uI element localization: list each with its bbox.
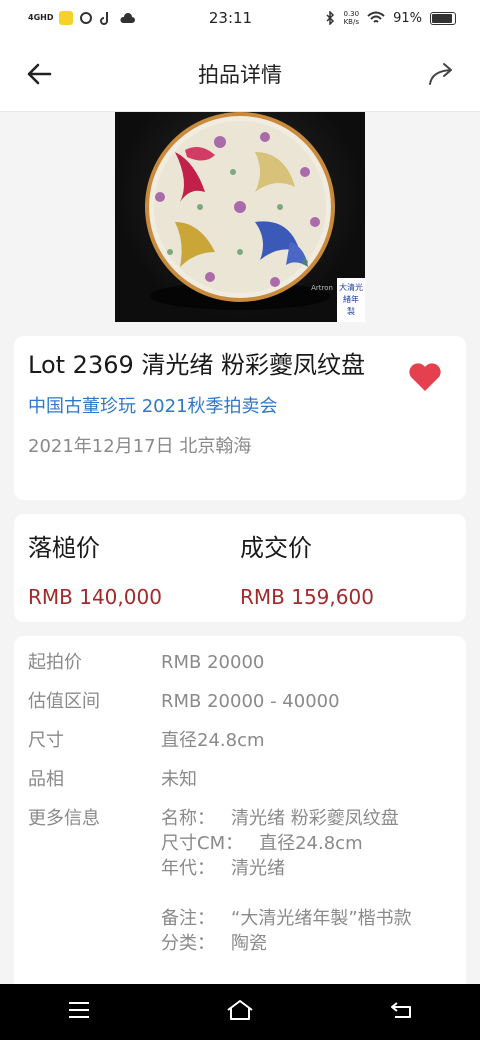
final-price-label: 成交价	[240, 534, 312, 562]
hammer-price-label: 落槌价	[28, 534, 100, 562]
info-line-category: 分类： 陶瓷	[161, 933, 267, 954]
app-header: 拍品详情	[0, 36, 480, 112]
wifi-icon	[367, 11, 385, 23]
battery-percent: 91%	[393, 10, 422, 26]
system-nav-bar	[0, 984, 480, 1040]
share-button[interactable]	[424, 57, 458, 91]
favorite-button[interactable]	[408, 362, 442, 396]
cloud-icon	[120, 13, 136, 23]
info-line-name: 名称： 清光绪 粉彩夔凤纹盘	[161, 808, 399, 829]
recent-apps-button[interactable]	[67, 1000, 91, 1024]
network-speed: 0.30 KB/s	[343, 10, 360, 26]
lot-image-area: 大清光 緒年 製 Artron	[0, 112, 480, 322]
more-info-block: 名称： 清光绪 粉彩夔凤纹盘 尺寸CM： 直径24.8cm 年代： 清光绪 备注…	[161, 806, 452, 956]
detail-row-more-info: 更多信息 名称： 清光绪 粉彩夔凤纹盘 尺寸CM： 直径24.8cm 年代： 清…	[28, 806, 452, 956]
porcelain-plate-image: 大清光 緒年 製 Artron	[145, 112, 365, 322]
hammer-price-value: RMB 140,000	[28, 585, 162, 609]
status-right: 0.30 KB/s 91%	[325, 10, 456, 26]
clock: 23:11	[208, 9, 253, 27]
detail-row-condition: 品相 未知	[28, 769, 197, 790]
detail-row-estimate: 估值区间 RMB 20000 - 40000	[28, 691, 340, 712]
detail-row-start-price: 起拍价 RMB 20000	[28, 652, 265, 673]
info-line-size: 尺寸CM： 直径24.8cm	[161, 833, 363, 854]
tiktok-icon	[100, 12, 109, 25]
arrow-left-icon	[27, 63, 52, 84]
home-icon	[227, 1000, 253, 1020]
back-nav-button[interactable]	[389, 1000, 413, 1024]
auction-date-place: 2021年12月17日 北京翰海	[28, 436, 252, 457]
details-card: 起拍价 RMB 20000 估值区间 RMB 20000 - 40000 尺寸 …	[14, 636, 466, 996]
sync-icon	[80, 12, 93, 24]
battery-icon	[429, 11, 456, 25]
final-price: 成交价 RMB 159,600	[240, 528, 452, 622]
status-bar: 4GHD 23:11 0.30 KB/s 91%	[0, 0, 480, 36]
share-icon	[429, 62, 452, 85]
lot-title: Lot 2369 清光绪 粉彩夔凤纹盘	[28, 351, 366, 379]
status-left: 4GHD	[28, 11, 136, 25]
hammer-price: 落槌价 RMB 140,000	[28, 528, 240, 622]
page-title: 拍品详情	[198, 62, 282, 87]
price-card: 落槌价 RMB 140,000 成交价 RMB 159,600	[14, 514, 466, 622]
lot-info-card: Lot 2369 清光绪 粉彩夔凤纹盘 中国古董珍玩 2021秋季拍卖会 202…	[14, 336, 466, 500]
home-button[interactable]	[225, 999, 255, 1025]
heart-icon	[409, 363, 441, 391]
watermark: Artron	[311, 284, 333, 292]
back-nav-icon	[391, 1002, 411, 1018]
svg-text:製: 製	[347, 306, 355, 316]
back-button[interactable]	[22, 57, 56, 91]
lot-image[interactable]: 大清光 緒年 製 Artron	[115, 112, 365, 322]
reign-mark-seal: 大清光	[339, 282, 363, 292]
detail-row-size: 尺寸 直径24.8cm	[28, 730, 265, 751]
auction-link[interactable]: 中国古董珍玩 2021秋季拍卖会	[28, 392, 452, 418]
final-price-value: RMB 159,600	[240, 585, 374, 609]
menu-icon	[69, 1002, 89, 1018]
bluetooth-icon	[326, 11, 335, 25]
info-line-era: 年代： 清光绪	[161, 858, 285, 879]
app-notification-icon	[59, 11, 74, 25]
info-line-note: 备注： “大清光绪年製”楷书款	[161, 908, 412, 929]
network-indicator: 4GHD	[28, 13, 54, 22]
svg-text:緒年: 緒年	[343, 294, 359, 304]
